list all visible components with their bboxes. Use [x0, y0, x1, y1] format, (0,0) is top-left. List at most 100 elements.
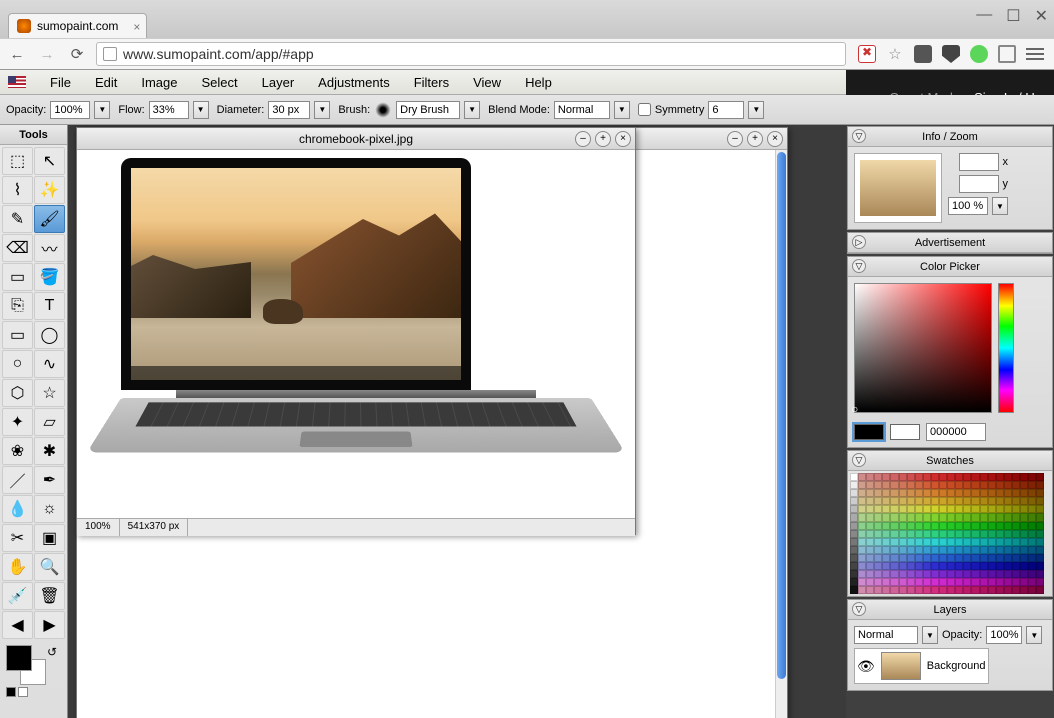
swatch[interactable]	[931, 522, 939, 530]
swatch[interactable]	[899, 497, 907, 505]
swatch[interactable]	[955, 570, 963, 578]
swatch[interactable]	[890, 562, 898, 570]
swatch[interactable]	[1012, 562, 1020, 570]
tool-zoom[interactable]: 🔍	[34, 553, 65, 581]
swatch[interactable]	[1028, 530, 1036, 538]
swatch[interactable]	[890, 554, 898, 562]
swatch[interactable]	[1028, 538, 1036, 546]
tool-line-shape[interactable]: ▱	[34, 408, 65, 436]
swatch[interactable]	[907, 505, 915, 513]
swatch[interactable]	[890, 578, 898, 586]
menu-image[interactable]: Image	[141, 75, 177, 90]
swatch[interactable]	[882, 538, 890, 546]
swatch[interactable]	[939, 513, 947, 521]
swatch[interactable]	[947, 538, 955, 546]
swatch[interactable]	[955, 554, 963, 562]
swatch[interactable]	[923, 586, 931, 594]
tool-shape[interactable]: ❀	[2, 437, 33, 465]
swatch[interactable]	[947, 497, 955, 505]
swatch[interactable]	[996, 586, 1004, 594]
tool-lasso[interactable]: ⌇	[2, 176, 33, 204]
swatch[interactable]	[971, 554, 979, 562]
swatch[interactable]	[915, 473, 923, 481]
opacity-dd[interactable]: ▼	[94, 101, 110, 119]
swatch[interactable]	[1036, 538, 1044, 546]
swatch[interactable]	[939, 570, 947, 578]
browser-tab[interactable]: sumopaint.com ×	[8, 13, 147, 38]
swatch[interactable]	[899, 505, 907, 513]
swatch[interactable]	[1036, 530, 1044, 538]
swatch[interactable]	[980, 513, 988, 521]
swatch[interactable]	[1012, 586, 1020, 594]
swatch[interactable]	[1020, 562, 1028, 570]
swatch[interactable]	[1028, 481, 1036, 489]
swatch[interactable]	[980, 562, 988, 570]
swatch[interactable]	[996, 562, 1004, 570]
swatch[interactable]	[980, 546, 988, 554]
symmetry-checkbox[interactable]	[638, 103, 651, 116]
swatch[interactable]	[963, 578, 971, 586]
swatch[interactable]	[1028, 473, 1036, 481]
swatch[interactable]	[1012, 473, 1020, 481]
document-window-1[interactable]: chromebook-pixel.jpg – + ×	[76, 127, 636, 535]
swatch[interactable]	[1036, 489, 1044, 497]
swatch[interactable]	[850, 489, 858, 497]
tool-arrow-l[interactable]: ◀	[2, 611, 33, 639]
swatch[interactable]	[899, 586, 907, 594]
swatch[interactable]	[939, 505, 947, 513]
swatch[interactable]	[866, 473, 874, 481]
swatch[interactable]	[1004, 522, 1012, 530]
diameter-input[interactable]: 30 px	[268, 101, 310, 119]
swatch[interactable]	[923, 578, 931, 586]
swatch[interactable]	[850, 505, 858, 513]
doc2-minimize[interactable]: –	[727, 131, 743, 147]
swatch[interactable]	[988, 489, 996, 497]
swatch[interactable]	[988, 554, 996, 562]
swatch[interactable]	[874, 578, 882, 586]
swatch[interactable]	[907, 497, 915, 505]
tool-gear[interactable]: ✱	[34, 437, 65, 465]
swatch[interactable]	[915, 546, 923, 554]
swatch[interactable]	[1028, 522, 1036, 530]
swatch[interactable]	[907, 586, 915, 594]
swatch[interactable]	[971, 522, 979, 530]
swatch[interactable]	[850, 473, 858, 481]
swatch[interactable]	[1020, 489, 1028, 497]
ext-icon-1[interactable]	[914, 45, 932, 63]
swatch[interactable]	[858, 513, 866, 521]
swatch[interactable]	[858, 489, 866, 497]
opacity-input[interactable]: 100%	[50, 101, 90, 119]
swatch[interactable]	[1020, 570, 1028, 578]
swatch[interactable]	[923, 530, 931, 538]
swatch[interactable]	[923, 473, 931, 481]
swatch[interactable]	[907, 538, 915, 546]
tool-blur[interactable]: 💧	[2, 495, 33, 523]
layer-opacity-input[interactable]: 100%	[986, 626, 1022, 644]
swatch[interactable]	[899, 578, 907, 586]
swatch[interactable]	[907, 473, 915, 481]
symmetry-dd[interactable]: ▼	[748, 101, 764, 119]
swatch[interactable]	[947, 570, 955, 578]
collapse-icon[interactable]: ▽	[852, 602, 866, 616]
swatch[interactable]	[907, 554, 915, 562]
swatch[interactable]	[996, 522, 1004, 530]
swatch[interactable]	[988, 481, 996, 489]
zoom-input[interactable]: 100 %	[948, 197, 988, 215]
swatch[interactable]	[882, 554, 890, 562]
menu-help[interactable]: Help	[525, 75, 552, 90]
swatch[interactable]	[899, 562, 907, 570]
swatch[interactable]	[874, 562, 882, 570]
swatch[interactable]	[971, 497, 979, 505]
swatch[interactable]	[1004, 481, 1012, 489]
swatch[interactable]	[874, 570, 882, 578]
swatch[interactable]	[850, 554, 858, 562]
swatch[interactable]	[850, 481, 858, 489]
swatch[interactable]	[915, 481, 923, 489]
swatch[interactable]	[858, 473, 866, 481]
tool-hand[interactable]: ✋	[2, 553, 33, 581]
swatch[interactable]	[963, 562, 971, 570]
swatch[interactable]	[874, 489, 882, 497]
swatches-grid[interactable]	[850, 473, 1044, 594]
swatch[interactable]	[899, 570, 907, 578]
swatch[interactable]	[971, 513, 979, 521]
